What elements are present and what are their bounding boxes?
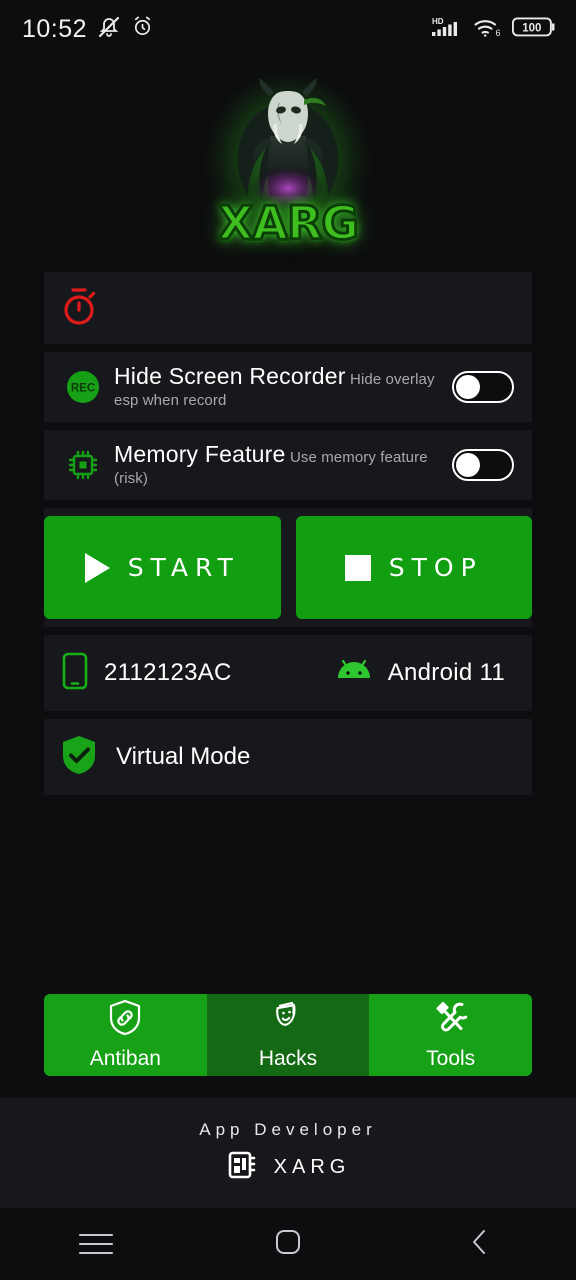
tab-antiban[interactable]: Antiban bbox=[44, 994, 207, 1076]
divider bbox=[0, 422, 576, 430]
menu-icon bbox=[79, 1234, 113, 1254]
svg-text:REC: REC bbox=[71, 383, 95, 395]
battery-icon: 100 bbox=[511, 16, 556, 43]
device-model-label: 2112123AC bbox=[104, 659, 232, 686]
start-button[interactable]: START bbox=[44, 516, 281, 619]
theater-masks-icon bbox=[270, 999, 306, 1042]
toggle-knob bbox=[456, 375, 480, 399]
back-chevron-icon bbox=[467, 1227, 493, 1262]
tab-hacks[interactable]: Hacks bbox=[206, 994, 370, 1076]
stop-button[interactable]: STOP bbox=[295, 516, 532, 619]
timer-card[interactable] bbox=[44, 272, 532, 344]
divider bbox=[0, 500, 576, 508]
status-bar-right: HD 6 100 bbox=[432, 15, 556, 44]
device-model-cell: 2112123AC bbox=[60, 651, 232, 696]
footer-developer-name: XARG bbox=[273, 1155, 351, 1178]
toggle-hide-screen-recorder[interactable] bbox=[452, 371, 514, 403]
divider bbox=[0, 711, 576, 719]
stopwatch-icon bbox=[60, 285, 100, 332]
rec-icon: REC bbox=[60, 370, 106, 404]
cellular-signal-icon: HD bbox=[432, 15, 464, 44]
android-version-cell: Android 11 bbox=[334, 658, 505, 689]
setting-title: Memory Feature bbox=[114, 441, 286, 468]
footer-caption: App Developer bbox=[199, 1119, 377, 1139]
action-buttons-card: START STOP bbox=[44, 508, 532, 627]
chip-card-icon bbox=[226, 1148, 260, 1187]
status-bar-left: 10:52 bbox=[22, 15, 154, 44]
wifi-icon: 6 bbox=[473, 15, 503, 44]
status-bar-clock: 10:52 bbox=[22, 14, 88, 43]
tab-hacks-label: Hacks bbox=[258, 1047, 318, 1070]
app-screen: 10:52 HD 6 100 XARG REC Hide Screen Reco… bbox=[0, 0, 576, 1280]
footer: App Developer XARG bbox=[0, 1098, 576, 1208]
tab-tools-label: Tools bbox=[426, 1047, 476, 1070]
nav-back-button[interactable] bbox=[435, 1219, 525, 1269]
wifi-generation-label: 6 bbox=[496, 28, 501, 38]
tab-antiban-label: Antiban bbox=[89, 1047, 161, 1070]
divider bbox=[0, 344, 576, 352]
play-icon bbox=[84, 552, 110, 583]
status-bar: 10:52 HD 6 100 bbox=[0, 0, 576, 58]
nav-recents-button[interactable] bbox=[51, 1219, 141, 1269]
android-icon bbox=[334, 658, 374, 689]
hd-label: HD bbox=[432, 17, 444, 26]
android-version-label: Android 11 bbox=[387, 659, 506, 686]
android-nav-bar bbox=[0, 1208, 576, 1280]
toggle-knob bbox=[456, 453, 480, 477]
tools-icon bbox=[432, 999, 470, 1042]
setting-text-group: Hide Screen Recorder Hide overlay esp wh… bbox=[106, 363, 452, 411]
stop-button-label: STOP bbox=[388, 553, 483, 582]
setting-text-group: Memory Feature Use memory feature (risk) bbox=[106, 441, 452, 489]
alarm-icon bbox=[131, 15, 154, 43]
nav-home-button[interactable] bbox=[243, 1219, 333, 1269]
virtual-mode-label: Virtual Mode bbox=[116, 743, 251, 770]
app-logo: XARG bbox=[0, 58, 576, 268]
setting-title: Hide Screen Recorder bbox=[114, 363, 346, 390]
footer-developer-row: XARG bbox=[226, 1148, 351, 1187]
shield-check-icon bbox=[60, 734, 98, 781]
phone-icon bbox=[60, 651, 90, 696]
device-info-row: 2112123AC Android 11 bbox=[44, 635, 532, 711]
bottom-tabs: Antiban Hacks Tools bbox=[44, 994, 532, 1076]
toggle-memory-feature[interactable] bbox=[452, 449, 514, 481]
home-square-icon bbox=[273, 1227, 303, 1262]
virtual-mode-row[interactable]: Virtual Mode bbox=[44, 719, 532, 795]
divider bbox=[0, 627, 576, 635]
start-button-label: START bbox=[127, 553, 240, 582]
setting-row-hide-screen-recorder[interactable]: REC Hide Screen Recorder Hide overlay es… bbox=[44, 352, 532, 422]
setting-row-memory-feature[interactable]: Memory Feature Use memory feature (risk) bbox=[44, 430, 532, 500]
mute-icon bbox=[97, 15, 121, 44]
cpu-chip-icon bbox=[60, 448, 106, 482]
battery-level-label: 100 bbox=[522, 22, 541, 34]
stop-square-icon bbox=[344, 554, 371, 581]
shield-link-icon bbox=[107, 999, 143, 1042]
logo-brand-text: XARG bbox=[216, 195, 360, 252]
main-content: REC Hide Screen Recorder Hide overlay es… bbox=[0, 268, 576, 1208]
tab-tools[interactable]: Tools bbox=[369, 994, 532, 1076]
